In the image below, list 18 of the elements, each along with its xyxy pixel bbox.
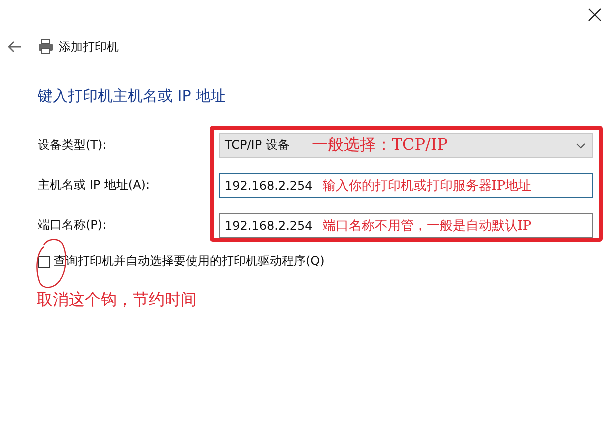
field-label: 设备类型(T): [38, 137, 108, 154]
checkbox[interactable] [38, 256, 50, 268]
page-heading: 键入打印机主机名或 IP 地址 [38, 87, 228, 107]
annotation-note: 取消这个钩，节约时间 [37, 290, 198, 311]
device-type-dropdown[interactable]: TCP/IP 设备 一般选择：TCP/IP [219, 133, 593, 158]
back-arrow-icon[interactable] [8, 41, 22, 53]
text-field[interactable]: 192.168.2.254 端口名称不用管，一般是自动默认IP [219, 213, 593, 238]
checkbox-label: 查询打印机并自动选择要使用的打印机驱动程序(Q) [54, 253, 325, 270]
annotation-text: 端口名称不用管，一般是自动默认IP [322, 218, 532, 234]
field-label: 端口名称(P): [38, 217, 108, 234]
close-icon[interactable] [588, 8, 602, 22]
chevron-icon [576, 142, 586, 148]
annotation-text: 一般选择：TCP/IP [312, 135, 448, 156]
annotation-text: 输入你的打印机或打印服务器IP地址 [322, 178, 532, 194]
printer-icon [38, 39, 54, 55]
text-field[interactable]: 192.168.2.254 输入你的打印机或打印服务器IP地址 [219, 173, 593, 198]
field-label: 主机名或 IP 地址(A): [38, 177, 152, 194]
window-title: 添加打印机 [59, 38, 119, 56]
